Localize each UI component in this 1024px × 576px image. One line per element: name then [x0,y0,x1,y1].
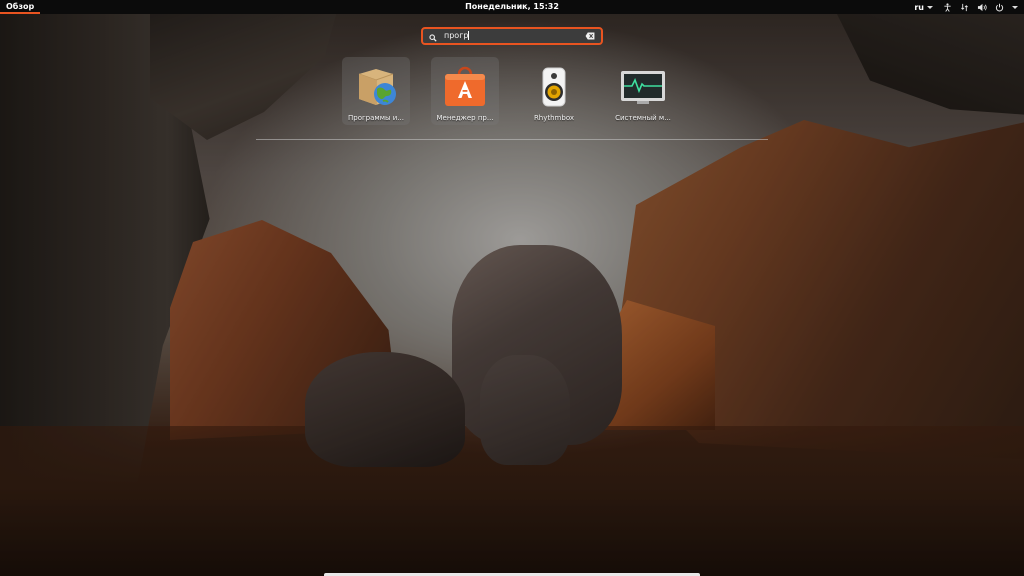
language-label: ru [914,2,924,12]
software-properties-icon [352,66,400,108]
accessibility-icon [943,2,952,12]
top-bar: Обзор Понедельник, 15:32 ru [0,0,1024,14]
text-caret [468,31,470,40]
search-icon [429,27,437,46]
search-input[interactable]: прогр [421,27,603,45]
language-menu[interactable]: ru [914,3,933,12]
clear-text-icon [585,32,594,40]
result-label: Rhythmbox [533,114,575,122]
search-result-system-monitor[interactable]: Системный м... [609,57,677,125]
result-label: Системный м... [615,114,671,122]
search-results: Программы и... Менеджер пр... Rhythmbox … [340,57,680,127]
volume-icon [977,3,987,12]
result-label: Программы и... [348,114,404,122]
search-query-text: прогр [444,31,469,40]
clear-search-button[interactable] [584,32,595,41]
chevron-down-icon [1012,5,1018,9]
result-label: Менеджер пр... [436,114,494,122]
chevron-down-icon [927,5,933,9]
power-icon [995,3,1004,12]
search-result-software-properties[interactable]: Программы и... [342,57,410,125]
system-tray: ru [914,0,1018,14]
search-result-rhythmbox[interactable]: Rhythmbox [520,57,588,125]
ubuntu-software-icon [441,66,489,108]
clock-menu[interactable]: Понедельник, 15:32 [0,0,1024,14]
rhythmbox-speaker-icon [530,66,578,108]
system-monitor-icon [619,66,667,108]
network-icon [960,3,969,12]
system-status-menu[interactable] [943,2,1018,12]
search-result-ubuntu-software[interactable]: Менеджер пр... [431,57,499,125]
results-separator [256,139,768,140]
